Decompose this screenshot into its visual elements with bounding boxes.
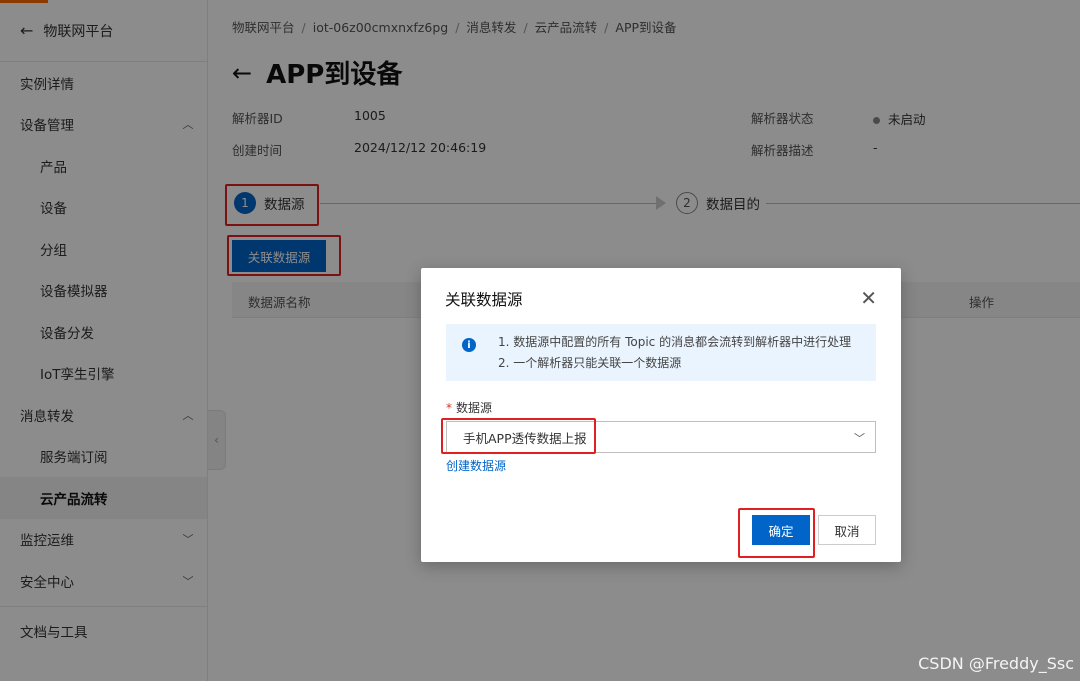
notice-line: 2. 一个解析器只能关联一个数据源 [498, 356, 682, 370]
info-notice: i 1. 数据源中配置的所有 Topic 的消息都会流转到解析器中进行处理 2.… [446, 324, 876, 381]
chevron-down-icon: ﹀ [854, 432, 865, 445]
info-icon: i [462, 338, 476, 352]
close-icon[interactable]: ✕ [860, 286, 877, 310]
dialog-title: 关联数据源 [445, 291, 523, 309]
highlight-box [738, 508, 815, 558]
create-data-source-link[interactable]: 创建数据源 [446, 457, 506, 474]
notice-line: 1. 数据源中配置的所有 Topic 的消息都会流转到解析器中进行处理 [498, 335, 852, 349]
cancel-button[interactable]: 取消 [818, 515, 876, 545]
data-source-field-label: * 数据源 [446, 401, 493, 415]
highlight-box [441, 418, 596, 454]
watermark: CSDN @Freddy_Ssc [918, 654, 1074, 673]
associate-data-source-dialog: 关联数据源 ✕ i 1. 数据源中配置的所有 Topic 的消息都会流转到解析器… [421, 268, 901, 562]
